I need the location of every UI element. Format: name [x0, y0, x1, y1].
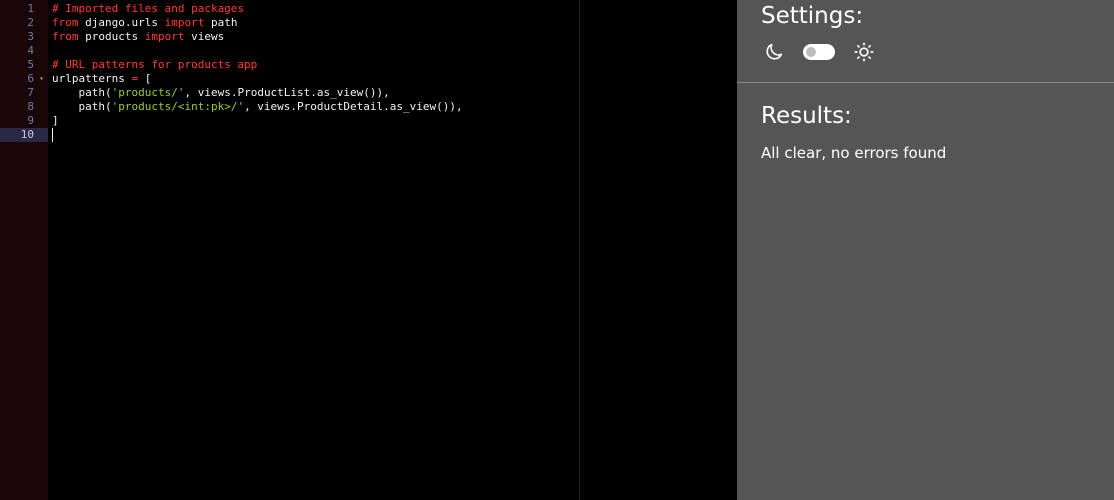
line-number-label: 8: [27, 100, 34, 113]
code-line[interactable]: # Imported files and packages: [52, 2, 244, 16]
line-number: 4: [0, 44, 48, 58]
code-token-plain: urlpatterns: [52, 72, 132, 85]
moon-icon[interactable]: [763, 41, 785, 63]
line-number-gutter: 1 2 3 4 5 6 ▾ 7 8 9 10: [0, 0, 48, 500]
line-number-label: 5: [27, 58, 34, 71]
line-number-label: 6: [27, 72, 34, 85]
line-number: 8: [0, 100, 48, 114]
code-token-string: 'products/': [111, 86, 185, 99]
code-token-plain: ]: [52, 114, 59, 127]
theme-toggle[interactable]: [803, 44, 835, 60]
code-token-keyword: from: [52, 16, 79, 29]
code-line[interactable]: from django.urls import path: [52, 16, 237, 30]
code-token-plain: views: [184, 30, 225, 43]
line-number-label: 1: [27, 2, 34, 15]
code-token-plain: path: [204, 16, 238, 29]
line-number: 1: [0, 2, 48, 16]
line-number-label: 7: [27, 86, 34, 99]
code-line[interactable]: from products import views: [52, 30, 224, 44]
print-margin-line: [579, 0, 580, 500]
line-number-label: 9: [27, 114, 34, 127]
code-token-comment: # Imported files and packages: [52, 2, 245, 15]
code-line[interactable]: ]: [52, 114, 59, 128]
code-token-plain: django.urls: [78, 16, 165, 29]
line-number: 2: [0, 16, 48, 30]
code-token-plain: [: [138, 72, 152, 85]
code-token-string: 'products/<int:pk>/': [111, 100, 245, 113]
toggle-knob: [806, 47, 816, 57]
results-message: All clear, no errors found: [761, 144, 947, 162]
text-cursor: [52, 128, 53, 142]
line-number-label: 3: [27, 30, 34, 43]
line-number: 3: [0, 30, 48, 44]
settings-title: Settings:: [761, 3, 864, 29]
code-line[interactable]: path('products/<int:pk>/', views.Product…: [52, 100, 463, 114]
sun-icon[interactable]: [853, 41, 875, 63]
line-number: 9: [0, 114, 48, 128]
code-token-plain: , views.ProductDetail.as_view()),: [244, 100, 463, 113]
panel-divider: [737, 82, 1114, 83]
line-number-label: 2: [27, 16, 34, 29]
line-number: 5: [0, 58, 48, 72]
side-panel: Settings: Results: All clear, no errors …: [737, 0, 1114, 500]
code-token-keyword: import: [144, 30, 185, 43]
theme-switcher: [763, 40, 875, 64]
line-number: 7: [0, 86, 48, 100]
code-token-comment: # URL patterns for products app: [52, 58, 258, 71]
line-number-label: 4: [27, 44, 34, 57]
code-token-plain: path(: [52, 100, 112, 113]
code-token-keyword: from: [52, 30, 79, 43]
line-number-label: 10: [20, 128, 34, 141]
results-title: Results:: [761, 103, 852, 129]
code-token-plain: path(: [52, 86, 112, 99]
fold-toggle-icon[interactable]: ▾: [39, 72, 44, 86]
app-root: 1 2 3 4 5 6 ▾ 7 8 9 10 # Imported files and packag…: [0, 0, 1114, 500]
code-line[interactable]: # URL patterns for products app: [52, 58, 257, 72]
code-line[interactable]: urlpatterns = [: [52, 72, 151, 86]
line-number: 6 ▾: [0, 72, 48, 86]
line-number: 10: [0, 128, 48, 142]
code-token-plain: products: [78, 30, 145, 43]
code-token-plain: , views.ProductList.as_view()),: [184, 86, 390, 99]
code-line[interactable]: path('products/', views.ProductList.as_v…: [52, 86, 390, 100]
code-editor[interactable]: 1 2 3 4 5 6 ▾ 7 8 9 10 # Imported files and packag…: [0, 0, 737, 500]
code-token-keyword: import: [164, 16, 205, 29]
